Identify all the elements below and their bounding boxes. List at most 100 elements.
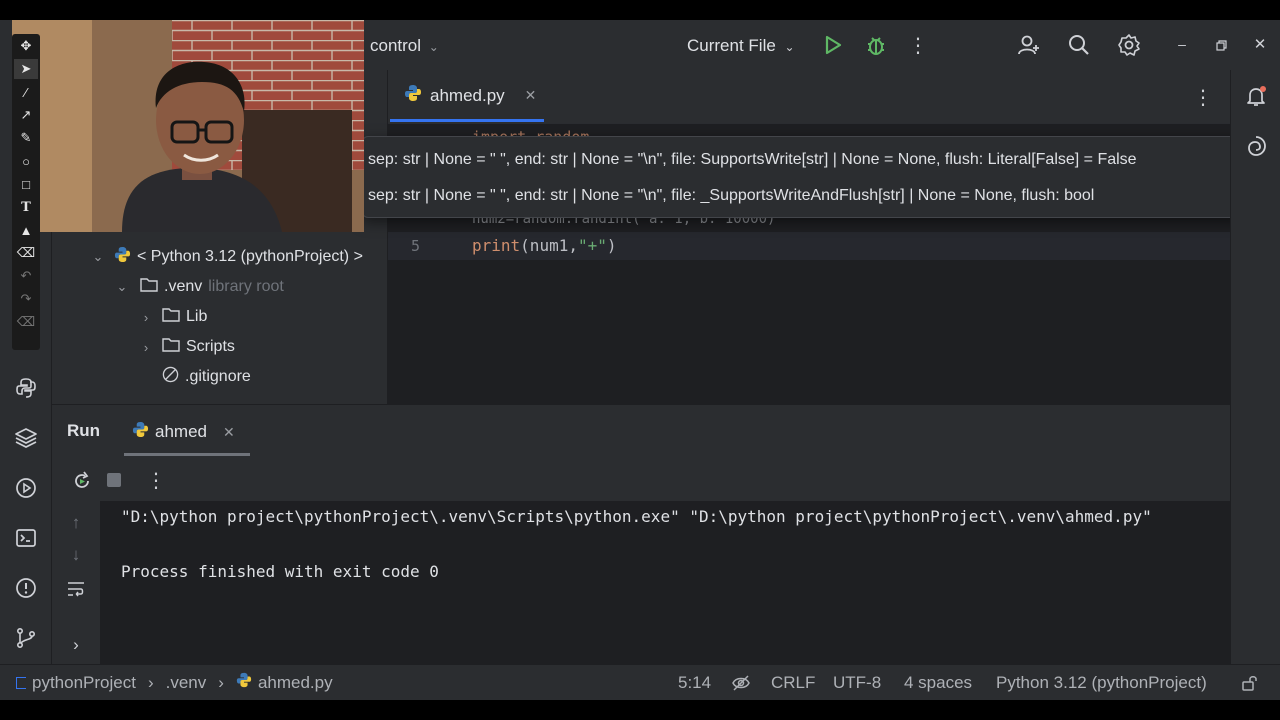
clear-tool-icon[interactable]: ⌫	[14, 312, 38, 332]
eraser-tool-icon[interactable]: ⌫	[14, 243, 38, 263]
run-config-selector[interactable]: Current File ⌄	[687, 36, 795, 56]
python-icon	[114, 246, 131, 268]
breadcrumb: pythonProject › .venv › ahmed.py	[16, 672, 333, 693]
chevron-down-icon: ⌄	[116, 279, 128, 294]
console-command-line: "D:\python project\pythonProject\.venv\S…	[121, 507, 1152, 526]
print-args: (num1,	[520, 236, 578, 255]
console-output[interactable]: "D:\python project\pythonProject\.venv\S…	[100, 501, 1230, 665]
gitignore-label: .gitignore	[185, 368, 251, 385]
line-number-5: 5	[410, 237, 420, 255]
scroll-up-icon[interactable]: ↑	[66, 513, 86, 533]
chevron-right-icon: ›	[143, 309, 149, 325]
pointer-tool-icon[interactable]: ➤	[14, 59, 38, 79]
console-exit-line: Process finished with exit code 0	[121, 562, 439, 581]
search-icon[interactable]	[1066, 32, 1092, 58]
folder-icon	[162, 307, 180, 327]
right-tool-strip	[1230, 70, 1280, 664]
code-line-5: print(num1,"+")	[472, 236, 617, 255]
chevron-down-icon: ⌄	[428, 40, 439, 54]
signature-2: sep: str | None = " ", end: str | None =…	[368, 187, 1095, 204]
scripts-label: Scripts	[186, 338, 235, 355]
undo-tool-icon[interactable]: ↶	[14, 266, 38, 286]
stop-icon[interactable]	[107, 473, 121, 487]
circle-tool-icon[interactable]: ○	[14, 151, 38, 171]
line-ending[interactable]: CRLF	[771, 673, 815, 693]
services-icon[interactable]	[10, 472, 42, 504]
editor-tab-ahmed-py[interactable]: ahmed.py ✕	[390, 72, 544, 122]
debug-icon[interactable]	[864, 33, 888, 57]
close-tab-icon[interactable]: ✕	[525, 87, 537, 104]
editor-area[interactable]: ahmed.py ✕ ⋮ import random num2=random.r…	[388, 70, 1230, 404]
tree-row-scripts[interactable]: › Scripts	[138, 332, 235, 362]
run-config-label: Current File	[687, 36, 776, 55]
pen-tool-icon[interactable]: ✎	[14, 128, 38, 148]
soft-wrap-icon[interactable]	[66, 579, 86, 599]
caret-position[interactable]: 5:14	[678, 673, 711, 693]
close-paren: )	[606, 236, 617, 255]
python-packages-icon[interactable]	[10, 372, 42, 404]
more-actions-icon[interactable]: ⋮	[908, 34, 928, 57]
folder-icon	[162, 337, 180, 357]
venv-hint: library root	[208, 278, 284, 295]
run-tool-window: Run ahmed ✕ ⋮ ↑ ↓ › "D:\python project\p…	[52, 404, 1230, 665]
run-tab-ahmed[interactable]: ahmed ✕	[132, 419, 235, 445]
terminal-icon[interactable]	[10, 522, 42, 554]
tree-row-gitignore[interactable]: .gitignore	[162, 362, 251, 392]
line-tool-icon[interactable]: ∕	[14, 82, 38, 102]
indent-setting[interactable]: 4 spaces	[904, 673, 972, 693]
project-module-icon	[16, 676, 26, 689]
scroll-down-icon[interactable]: ↓	[66, 545, 86, 565]
chevron-right-icon: ›	[143, 339, 149, 355]
python-file-icon	[236, 672, 252, 693]
parameter-info-popup: sep: str | None = " ", end: str | None =…	[362, 136, 1246, 218]
run-panel-title: Run	[67, 421, 101, 440]
vcs-widget[interactable]: control ⌄	[370, 36, 439, 56]
run-more-icon[interactable]: ⋮	[146, 469, 166, 492]
git-branch-icon[interactable]	[10, 622, 42, 654]
lib-label: Lib	[186, 308, 208, 325]
print-call: print	[472, 236, 521, 255]
python-file-icon	[132, 421, 149, 443]
close-window-icon[interactable]: ✕	[1252, 34, 1268, 54]
minimize-icon[interactable]: –	[1174, 34, 1190, 54]
inspections-icon[interactable]	[730, 672, 752, 694]
problems-icon[interactable]	[10, 572, 42, 604]
expand-chevron-icon[interactable]: ›	[66, 635, 86, 655]
fill-tool-icon[interactable]: ▲	[14, 220, 38, 240]
rerun-icon[interactable]	[70, 469, 94, 493]
chevron-down-icon: ⌄	[92, 249, 104, 264]
breadcrumb-separator-icon: ›	[218, 672, 224, 692]
signature-1: sep: str | None = " ", end: str | None =…	[368, 151, 1137, 168]
tab-more-icon[interactable]: ⋮	[1193, 86, 1213, 109]
arrow-tool-icon[interactable]: ↗	[14, 105, 38, 125]
run-icon[interactable]	[822, 34, 844, 56]
console-gutter: ↑ ↓ ›	[52, 501, 100, 665]
venv-label: .venv	[164, 278, 203, 295]
interpreter-selector[interactable]: Python 3.12 (pythonProject)	[996, 673, 1207, 693]
rectangle-tool-icon[interactable]: □	[14, 174, 38, 194]
vcs-label: control	[370, 36, 422, 55]
tree-row-venv[interactable]: ⌄ .venv library root	[114, 272, 284, 302]
status-bar: pythonProject › .venv › ahmed.py 5:14 CR…	[0, 664, 1280, 700]
add-user-icon[interactable]	[1016, 32, 1042, 58]
tree-row-lib[interactable]: › Lib	[138, 302, 208, 332]
breadcrumb-file[interactable]: ahmed.py	[258, 673, 333, 693]
run-tab-underline	[124, 453, 250, 456]
move-tool-icon[interactable]: ✥	[14, 36, 38, 56]
layers-icon[interactable]	[10, 422, 42, 454]
breadcrumb-project[interactable]: pythonProject	[32, 673, 136, 693]
settings-gear-icon[interactable]	[1116, 32, 1142, 58]
close-tab-icon[interactable]: ✕	[223, 424, 235, 441]
lock-icon[interactable]	[1240, 673, 1260, 693]
file-encoding[interactable]: UTF-8	[833, 673, 881, 693]
chevron-down-icon: ⌄	[784, 40, 795, 54]
ai-assistant-icon[interactable]	[1240, 130, 1272, 162]
notifications-bell-icon[interactable]	[1240, 80, 1272, 112]
annotation-toolbar: ✥ ➤ ∕ ↗ ✎ ○ □ T ▲ ⌫ ↶ ↷ ⌫	[12, 34, 40, 350]
sdk-label: < Python 3.12 (pythonProject) >	[137, 248, 363, 265]
redo-tool-icon[interactable]: ↷	[14, 289, 38, 309]
restore-icon[interactable]	[1212, 35, 1230, 55]
tree-row-python-sdk[interactable]: ⌄ < Python 3.12 (pythonProject) >	[90, 242, 363, 272]
breadcrumb-venv[interactable]: .venv	[166, 673, 207, 693]
text-tool-icon[interactable]: T	[14, 197, 38, 217]
